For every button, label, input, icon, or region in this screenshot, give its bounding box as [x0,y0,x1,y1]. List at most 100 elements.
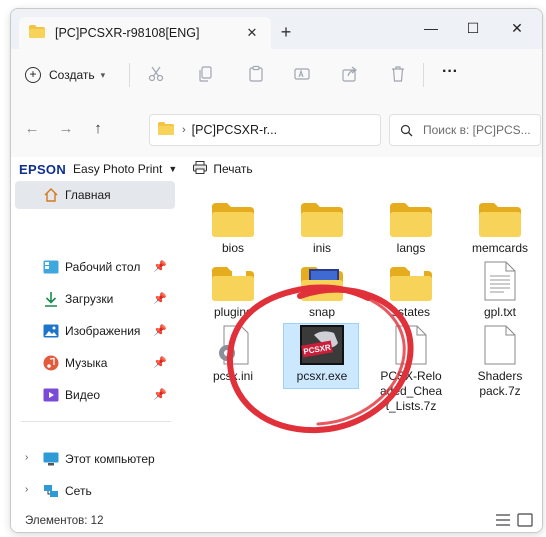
rename-icon[interactable] [293,65,311,83]
sidebar-item-videos[interactable]: Видео 📌 [15,381,175,409]
network-icon [43,483,59,499]
tab-title: [PC]PCSXR-r98108[ENG] [55,26,200,40]
more-options-button[interactable]: ··· [439,63,461,85]
print-label: Печать [213,162,253,176]
folder-icon [371,261,451,301]
chevron-down-icon: ▾ [100,69,106,80]
pin-icon[interactable]: 📌 [153,388,167,401]
sidebar-item-music[interactable]: Музыка 📌 [15,349,175,377]
file-name: pcsxr.exe [296,369,348,383]
music-icon [43,355,59,371]
sidebar-item-pictures[interactable]: Изображения 📌 [15,317,175,345]
minimize-button[interactable]: — [411,15,451,41]
desktop-icon [43,259,59,275]
epson-app-button[interactable]: Easy Photo Print [73,162,162,176]
sidebar-item-network[interactable]: › Сеть [15,477,175,505]
cut-icon[interactable] [147,65,165,83]
pin-icon[interactable]: 📌 [153,292,167,305]
folder-icon [158,122,174,138]
search-icon [400,124,413,137]
sidebar-item-label: Загрузки [65,292,114,306]
archive-file-icon [371,325,451,365]
folder-item-memcards[interactable]: memcards [460,197,540,256]
address-bar[interactable]: › [PC]PCSXR-r... [149,114,381,146]
settings-file-icon [193,325,273,365]
pin-icon[interactable]: 📌 [153,324,167,337]
file-item-gpl-txt[interactable]: gpl.txt [460,261,540,320]
download-icon [43,291,59,307]
folder-item-snap[interactable]: snap [282,261,362,320]
folder-icon [193,197,273,237]
file-item-shaders-pack[interactable]: Shaders pack.7z [460,325,540,399]
pictures-icon [43,323,59,339]
file-name: plugins [213,305,253,319]
paste-icon[interactable] [247,65,265,83]
close-window-button[interactable]: ✕ [497,15,537,41]
sidebar-item-label: Этот компьютер [65,452,155,466]
back-arrow-icon[interactable]: ← [23,120,41,138]
share-icon[interactable] [341,65,359,83]
print-button[interactable]: Печать [193,161,253,177]
search-box[interactable]: Поиск в: [PC]PCS... [389,114,541,146]
folder-item-langs[interactable]: langs [371,197,451,256]
sidebar-item-downloads[interactable]: Загрузки 📌 [15,285,175,313]
large-icons-view-icon[interactable] [517,513,533,527]
folder-item-bios[interactable]: bios [193,197,273,256]
pin-icon[interactable]: 📌 [153,356,167,369]
details-view-icon[interactable] [495,513,511,527]
dropdown-arrow-icon[interactable]: ▼ [168,164,177,174]
command-bar: + Создать ▾ ··· [11,49,542,102]
sidebar-divider [21,421,171,422]
text-file-icon [460,261,540,301]
tab-current-folder[interactable]: [PC]PCSXR-r98108[ENG] ✕ [19,17,271,49]
file-name-line: pack.7z [479,384,521,398]
delete-icon[interactable] [389,65,407,83]
new-tab-button[interactable]: + [275,21,297,43]
address-path[interactable]: [PC]PCSXR-r... [192,123,277,137]
up-arrow-icon[interactable]: ↑ [89,120,107,138]
create-button[interactable]: + Создать ▾ [25,63,105,87]
forward-arrow-icon[interactable]: → [57,120,75,138]
sidebar-item-label: Главная [65,188,111,202]
chevron-right-icon[interactable]: › [25,452,28,463]
folder-item-sstates[interactable]: sstates [371,261,451,320]
file-name-line: PCSX-Relo [380,369,442,383]
videos-icon [43,387,59,403]
address-row: ← → ↑ › [PC]PCSXR-r... Поиск в: [PC]PCS.… [11,101,542,157]
file-name: gpl.txt [483,305,516,319]
sidebar-item-label: Изображения [65,324,141,338]
file-name: bios [221,241,244,255]
chevron-right-icon[interactable]: › [25,484,28,495]
file-name-line: Shaders [477,369,523,383]
sidebar-item-home[interactable]: Главная [15,181,175,209]
folder-icon [460,197,540,237]
file-name: langs [396,241,426,255]
sidebar-item-label: Сеть [65,484,92,498]
epson-toolbar: EPSON Easy Photo Print ▼ Печать [11,157,542,181]
pin-icon[interactable]: 📌 [153,260,167,273]
file-item-pcsx-ini[interactable]: pcsx.ini [193,325,273,384]
file-item-pcsxr-exe[interactable]: PCSXR pcsxr.exe [282,325,362,384]
copy-icon[interactable] [197,65,215,83]
file-name: sstates [391,305,430,319]
sidebar-item-this-pc[interactable]: › Этот компьютер [15,445,175,473]
navigation-pane: Главная Рабочий стол 📌 Загрузки 📌 Изобра… [11,181,179,503]
plus-icon: + [25,67,41,83]
file-name: PCSX-Relo aded_Chea t_Lists.7z [371,369,451,414]
file-name: memcards [471,241,528,255]
pcsxr-app-icon: PCSXR [282,325,362,365]
printer-icon [193,161,208,177]
title-bar: [PC]PCSXR-r98108[ENG] ✕ + — ☐ ✕ [11,9,542,49]
computer-icon [43,451,59,467]
folder-item-inis[interactable]: inis [282,197,362,256]
folder-item-plugins[interactable]: plugins [193,261,273,320]
file-name: snap [308,305,336,319]
folder-icon [29,25,45,41]
file-item-cheat-lists[interactable]: PCSX-Relo aded_Chea t_Lists.7z [371,325,451,414]
toolbar-divider [423,63,424,87]
file-list: bios inis langs memcards plugins snap ss… [179,181,542,503]
maximize-button[interactable]: ☐ [453,15,493,41]
tab-close-button[interactable]: ✕ [243,24,261,42]
file-name-line: t_Lists.7z [385,399,437,413]
sidebar-item-desktop[interactable]: Рабочий стол 📌 [15,253,175,281]
